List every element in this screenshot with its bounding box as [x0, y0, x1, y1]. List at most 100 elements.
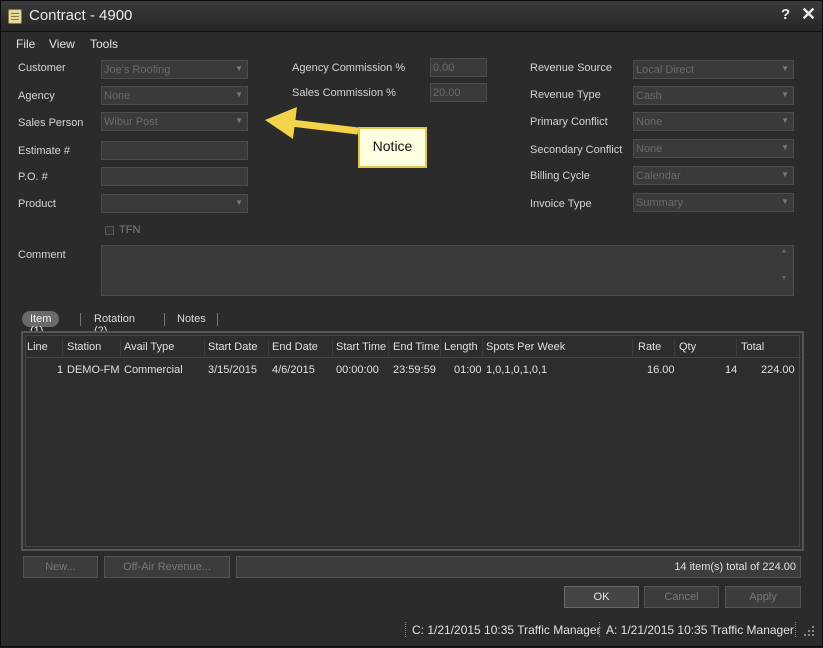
grid-header: Line Station Avail Type Start Date End D… — [26, 336, 801, 358]
close-button[interactable]: ✕ — [801, 4, 816, 25]
resize-grip-icon[interactable] — [802, 624, 816, 638]
chevron-down-icon: ▼ — [235, 64, 243, 73]
column-header[interactable]: Qty — [679, 341, 696, 353]
callout-arrow-shaft — [290, 119, 359, 135]
column-header[interactable]: End Time — [393, 341, 439, 353]
cell-total: 224.00 — [761, 364, 795, 376]
column-header[interactable]: Station — [67, 341, 101, 353]
column-divider — [632, 339, 633, 356]
tab-rotation[interactable]: Rotation (2) — [86, 311, 143, 337]
cell-avail-type: Commercial — [124, 364, 183, 376]
window-title: Contract - 4900 — [29, 7, 133, 24]
estimate-field[interactable] — [101, 141, 248, 160]
product-label: Product — [18, 198, 56, 210]
billing-cycle-combo[interactable]: Calendar ▼ — [633, 166, 794, 185]
column-header[interactable]: Line — [27, 341, 48, 353]
callout-arrow-head — [265, 107, 297, 139]
revenue-source-value: Local Direct — [636, 64, 695, 76]
column-divider — [204, 339, 205, 356]
column-header[interactable]: Start Time — [336, 341, 386, 353]
tab-divider — [164, 313, 165, 326]
comment-scrollbar[interactable]: ▲ ▼ — [777, 248, 791, 293]
sales-person-label: Sales Person — [18, 117, 84, 129]
apply-button[interactable]: Apply — [725, 586, 801, 608]
cell-end-time: 23:59:59 — [393, 364, 436, 376]
chevron-down-icon: ▼ — [235, 90, 243, 99]
customer-value: Joe's Roofing — [104, 64, 171, 76]
cell-rate: 16.00 — [647, 364, 675, 376]
cell-station: DEMO-FM — [67, 364, 120, 376]
po-field[interactable] — [101, 167, 248, 186]
cell-start-time: 00:00:00 — [336, 364, 379, 376]
revenue-type-label: Revenue Type — [530, 89, 601, 101]
billing-cycle-label: Billing Cycle — [530, 170, 590, 182]
menu-tools[interactable]: Tools — [90, 37, 118, 51]
sales-person-value: Wibur Post — [104, 116, 158, 128]
cell-qty: 14 — [725, 364, 738, 376]
off-air-revenue-button[interactable]: Off-Air Revenue... — [104, 556, 230, 578]
sales-commission-field[interactable]: 20.00 — [430, 83, 487, 102]
po-label: P.O. # — [18, 171, 48, 183]
notice-callout: Notice — [358, 127, 427, 168]
revenue-source-combo[interactable]: Local Direct ▼ — [633, 60, 794, 79]
comment-label: Comment — [18, 249, 66, 261]
chevron-down-icon: ▼ — [781, 90, 789, 99]
comment-field[interactable]: ▲ ▼ — [101, 245, 794, 296]
tfn-checkbox[interactable] — [105, 226, 114, 235]
secondary-conflict-combo[interactable]: None ▼ — [633, 139, 794, 158]
menu-file[interactable]: File — [16, 37, 35, 51]
column-header[interactable]: Total — [741, 341, 764, 353]
agency-commission-field[interactable]: 0.00 — [430, 58, 487, 77]
chevron-down-icon: ▼ — [235, 198, 243, 207]
invoice-type-combo[interactable]: Summary ▼ — [633, 193, 794, 212]
revenue-source-label: Revenue Source — [530, 62, 612, 74]
estimate-label: Estimate # — [18, 145, 70, 157]
agency-combo[interactable]: None ▼ — [101, 86, 248, 105]
column-divider — [736, 339, 737, 356]
created-status: C: 1/21/2015 10:35 Traffic Manager — [412, 623, 601, 637]
chevron-down-icon: ▼ — [781, 197, 789, 206]
chevron-down-icon: ▼ — [781, 116, 789, 125]
column-header[interactable]: Length — [444, 341, 478, 353]
items-grid-body[interactable]: Line Station Avail Type Start Date End D… — [25, 335, 801, 547]
tab-notes[interactable]: Notes — [169, 311, 214, 327]
column-divider — [674, 339, 675, 356]
status-divider — [599, 622, 600, 637]
items-summary: 14 item(s) total of 224.00 — [236, 556, 801, 578]
agency-value: None — [104, 90, 131, 102]
ok-button[interactable]: OK — [564, 586, 639, 608]
help-button[interactable]: ? — [781, 6, 790, 23]
sales-person-combo[interactable]: Wibur Post ▼ — [101, 112, 248, 131]
column-divider — [440, 339, 441, 356]
cell-end-date: 4/6/2015 — [272, 364, 315, 376]
invoice-type-value: Summary — [636, 197, 684, 209]
items-grid: Line Station Avail Type Start Date End D… — [21, 331, 804, 551]
cell-line: 1 — [57, 364, 64, 376]
primary-conflict-combo[interactable]: None ▼ — [633, 112, 794, 131]
tab-divider — [80, 313, 81, 326]
chevron-down-icon: ▼ — [781, 143, 789, 152]
column-divider — [482, 339, 483, 356]
product-combo[interactable]: ▼ — [101, 194, 248, 213]
customer-combo[interactable]: Joe's Roofing ▼ — [101, 60, 248, 79]
revenue-type-value: Cash — [636, 90, 662, 102]
contract-window: Contract - 4900 ? ✕ File View Tools Cust… — [0, 0, 823, 647]
chevron-down-icon: ▼ — [235, 116, 243, 125]
status-divider — [405, 622, 406, 637]
new-button[interactable]: New... — [23, 556, 98, 578]
scroll-up-icon[interactable]: ▲ — [777, 248, 791, 255]
column-header[interactable]: Rate — [638, 341, 661, 353]
column-header[interactable]: Avail Type — [124, 341, 174, 353]
tab-item[interactable]: Item (1) — [22, 311, 60, 337]
column-divider — [388, 339, 389, 356]
column-header[interactable]: Spots Per Week — [486, 341, 565, 353]
tfn-label: TFN — [119, 224, 141, 236]
scroll-down-icon[interactable]: ▼ — [777, 275, 791, 282]
status-bar: C: 1/21/2015 10:35 Traffic Manager A: 1/… — [1, 618, 822, 640]
menu-view[interactable]: View — [49, 37, 75, 51]
revenue-type-combo[interactable]: Cash ▼ — [633, 86, 794, 105]
cancel-button[interactable]: Cancel — [644, 586, 719, 608]
chevron-down-icon: ▼ — [781, 170, 789, 179]
column-header[interactable]: End Date — [272, 341, 318, 353]
column-header[interactable]: Start Date — [208, 341, 258, 353]
